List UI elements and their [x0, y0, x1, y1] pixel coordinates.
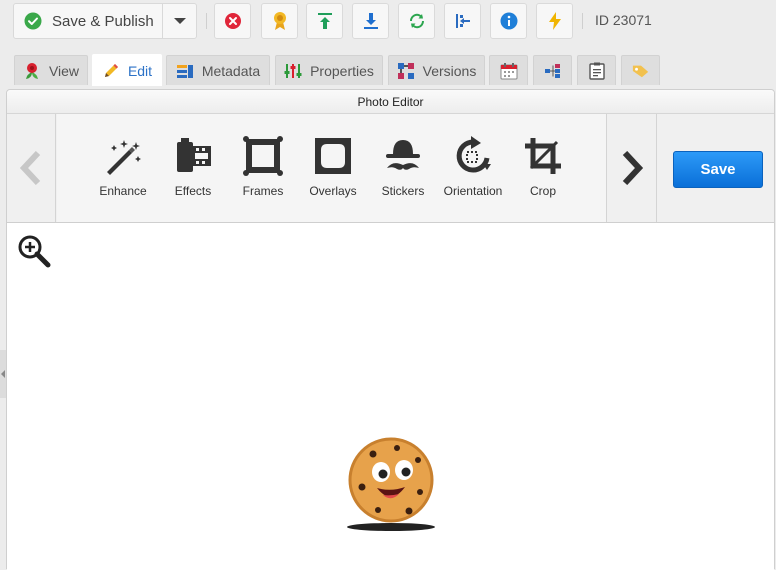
side-panel-handle[interactable]	[0, 350, 6, 398]
tool-frames[interactable]: Frames	[223, 136, 303, 206]
tab-view[interactable]: View	[14, 55, 88, 85]
delete-button[interactable]	[214, 3, 251, 39]
move-left-button[interactable]	[444, 3, 481, 39]
image-canvas[interactable]	[7, 224, 774, 570]
photo-editor-panel: Photo Editor Enhance Effects Frames Over…	[6, 89, 775, 570]
editor-tools-bar: Enhance Effects Frames Overlays Stickers…	[7, 114, 774, 223]
tab-label: Edit	[127, 62, 153, 79]
properties-icon	[284, 62, 302, 80]
document-id: ID 23071	[595, 12, 652, 28]
tool-overlays[interactable]: Overlays	[293, 136, 373, 206]
refresh-button[interactable]	[398, 3, 435, 39]
toolbar-separator	[582, 13, 583, 29]
tab-properties[interactable]: Properties	[275, 55, 383, 85]
download-button[interactable]	[352, 3, 389, 39]
flower-icon	[23, 62, 41, 80]
refresh-icon	[409, 13, 424, 29]
chevron-right-icon	[622, 151, 643, 185]
editor-save-button[interactable]: Save	[673, 151, 763, 188]
hierarchy-left-icon	[455, 14, 470, 28]
tag-icon	[632, 62, 650, 80]
tool-stickers[interactable]: Stickers	[363, 136, 443, 206]
top-toolbar: Save & Publish ID 23071	[0, 0, 776, 42]
tool-label: Frames	[242, 184, 284, 198]
zoom-in-button[interactable]	[17, 234, 51, 273]
tool-label: Enhance	[99, 184, 147, 198]
caret-down-icon	[173, 18, 186, 24]
chevron-left-icon	[20, 151, 41, 185]
upload-button[interactable]	[306, 3, 343, 39]
clipboard-icon	[588, 62, 606, 80]
toolbar-separator	[206, 13, 207, 29]
tree-icon	[544, 62, 562, 80]
info-circle-icon	[500, 12, 517, 30]
info-button[interactable]	[490, 3, 527, 39]
magic-wand-icon	[107, 140, 141, 175]
frame-icon	[243, 136, 283, 176]
tool-label: Crop	[529, 184, 556, 198]
zoom-in-icon	[18, 235, 51, 268]
film-roll-icon	[177, 138, 211, 172]
photo-editor-title: Photo Editor	[7, 90, 774, 114]
tab-metadata[interactable]: Metadata	[166, 55, 270, 85]
arrow-up-to-line-icon	[317, 13, 332, 29]
save-publish-dropdown[interactable]	[162, 4, 196, 38]
delete-circle-icon	[224, 13, 241, 29]
arrow-down-to-line-icon	[363, 13, 378, 29]
lightning-bolt-icon	[548, 12, 561, 30]
tab-tags[interactable]	[621, 55, 660, 85]
tab-calendar[interactable]	[489, 55, 528, 85]
tools-next-button[interactable]	[607, 114, 657, 222]
pencil-icon	[102, 62, 120, 80]
tools-strip: Enhance Effects Frames Overlays Stickers…	[57, 114, 607, 222]
tab-label: Versions	[422, 62, 477, 79]
ribbon-badge-icon	[273, 12, 286, 30]
overlay-icon	[315, 138, 351, 174]
save-publish-split-button: Save & Publish	[13, 3, 197, 39]
tab-label: Properties	[310, 62, 374, 79]
tool-crop[interactable]: Crop	[503, 136, 583, 206]
tool-label: Effects	[174, 184, 212, 198]
tool-enhance[interactable]: Enhance	[83, 136, 163, 206]
versions-icon	[397, 62, 415, 80]
save-publish-button[interactable]: Save & Publish	[14, 4, 162, 38]
hat-mustache-icon	[386, 140, 420, 170]
metadata-icon	[176, 62, 194, 80]
tool-label: Overlays	[309, 184, 357, 198]
calendar-icon	[500, 62, 518, 80]
cookie-sticker-image	[347, 437, 435, 531]
quick-action-button[interactable]	[536, 3, 573, 39]
tools-prev-button[interactable]	[7, 114, 56, 222]
save-publish-label: Save & Publish	[52, 12, 154, 30]
award-button[interactable]	[261, 3, 298, 39]
tab-label: Metadata	[201, 62, 261, 79]
tab-tree[interactable]	[533, 55, 572, 85]
tool-label: Stickers	[381, 184, 425, 198]
tab-edit[interactable]: Edit	[92, 54, 162, 86]
tool-orientation[interactable]: Orientation	[433, 136, 513, 206]
tool-effects[interactable]: Effects	[153, 136, 233, 206]
tab-label: View	[48, 62, 80, 79]
rotate-icon	[456, 136, 491, 173]
check-circle-icon	[24, 12, 42, 30]
crop-icon	[525, 138, 561, 174]
tab-versions[interactable]: Versions	[388, 55, 485, 85]
tool-label: Orientation	[443, 184, 503, 198]
tab-clipboard[interactable]	[577, 55, 616, 85]
